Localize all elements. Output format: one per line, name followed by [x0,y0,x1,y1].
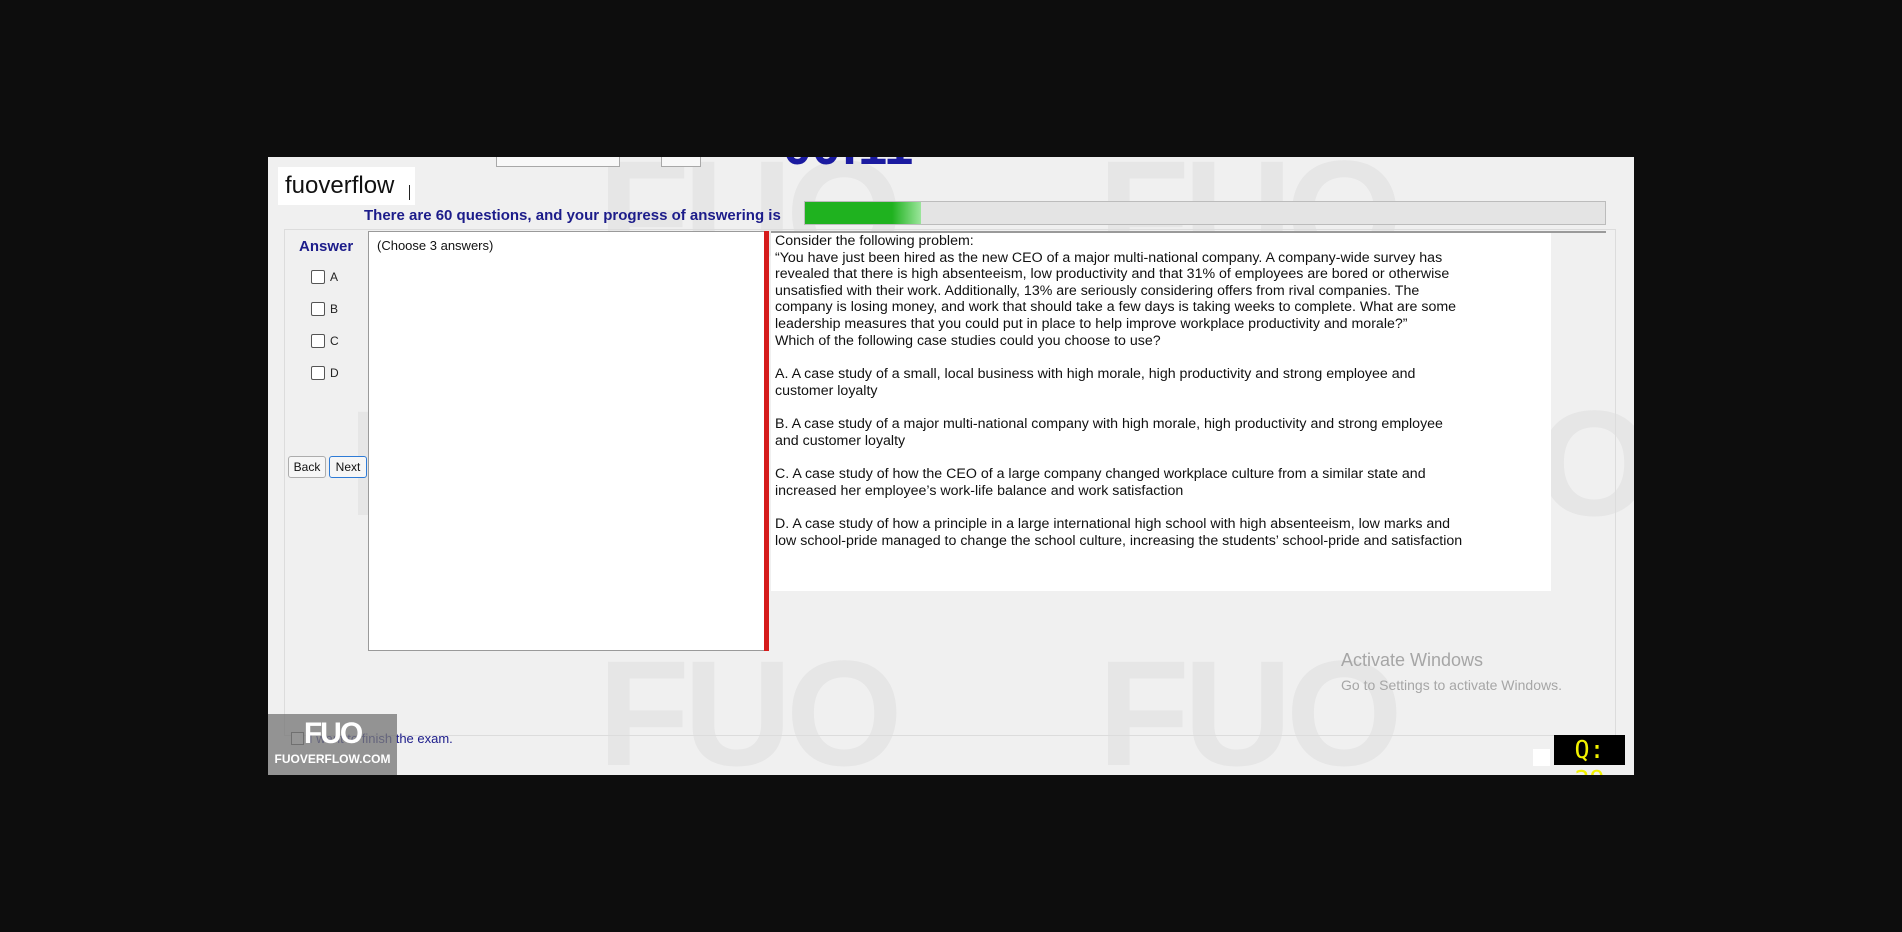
option-line: and customer loyalty [775,432,906,449]
answer-option-label: B [330,302,339,316]
checkbox-d[interactable] [311,366,325,380]
progress-label: There are 60 questions, and your progres… [364,207,781,224]
option-line: customer loyalty [775,382,878,399]
question-line: company is losing money, and work that s… [775,299,1457,316]
username-label: fuoverflow [278,167,415,205]
question-intro: Consider the following problem: “You hav… [775,233,1535,349]
progress-bar-fill [805,202,921,224]
progress-bar [804,201,1606,225]
answer-option-d[interactable]: D [311,366,339,380]
checkbox-b[interactable] [311,302,325,316]
top-small-field[interactable] [661,157,701,167]
answer-option-b[interactable]: B [311,302,338,316]
next-button[interactable]: Next [329,456,367,478]
activate-windows-notice: Activate Windows Go to Settings to activ… [1341,650,1562,693]
answer-instruction-pane: (Choose 3 answers) [368,231,767,651]
answer-option-label: A [330,270,339,284]
top-combobox[interactable] [496,157,620,167]
exam-window: FUO FUO FUO FUO FUO FUO FUOVERFLOW.COM F… [268,157,1634,775]
question-option-d: D. A case study of how a principle in a … [775,516,1535,549]
activate-subtitle: Go to Settings to activate Windows. [1341,677,1562,693]
question-number: Q: 29 [1554,735,1625,775]
checkbox-a[interactable] [311,270,325,284]
option-line: C. A case study of how the CEO of a larg… [775,466,1426,482]
question-text-pane: Consider the following problem: “You hav… [771,233,1551,591]
small-indicator [1533,749,1550,766]
answer-option-c[interactable]: C [311,334,339,348]
countdown-timer: 00:11 [783,157,913,177]
option-line: low school-pride managed to change the s… [775,532,1463,549]
question-line: unsatisfied with their work. Additionall… [775,282,1420,299]
option-line: B. A case study of a major multi-nationa… [775,416,1443,432]
activate-title: Activate Windows [1341,650,1484,670]
question-option-c: C. A case study of how the CEO of a larg… [775,466,1535,499]
text-cursor [409,185,410,200]
question-option-b: B. A case study of a major multi-nationa… [775,416,1535,449]
answer-option-label: C [330,334,339,348]
fuoverflow-logo: FUO FUOVERFLOW.COM [268,714,397,775]
checkbox-c[interactable] [311,334,325,348]
option-line: D. A case study of how a principle in a … [775,516,1451,532]
question-line: “You have just been hired as the new CEO… [775,249,1443,266]
answer-title: Answer [299,238,354,255]
back-button[interactable]: Back [288,456,326,478]
logo-site: FUOVERFLOW.COM [274,752,391,766]
pane-splitter[interactable] [764,231,769,651]
option-line: A. A case study of a small, local busine… [775,366,1416,382]
question-line: leadership measures that you could put i… [775,315,1408,332]
question-option-a: A. A case study of a small, local busine… [775,366,1535,399]
question-line: revealed that there is high absenteeism,… [775,266,1450,283]
logo-mark: FUO [303,717,363,750]
answer-option-label: D [330,366,339,380]
choose-instruction: (Choose 3 answers) [377,238,494,253]
option-line: increased her employee’s work-life balan… [775,482,1184,499]
question-line: Consider the following problem: [775,233,974,249]
question-line: Which of the following case studies coul… [775,332,1161,349]
answer-option-a[interactable]: A [311,270,338,284]
